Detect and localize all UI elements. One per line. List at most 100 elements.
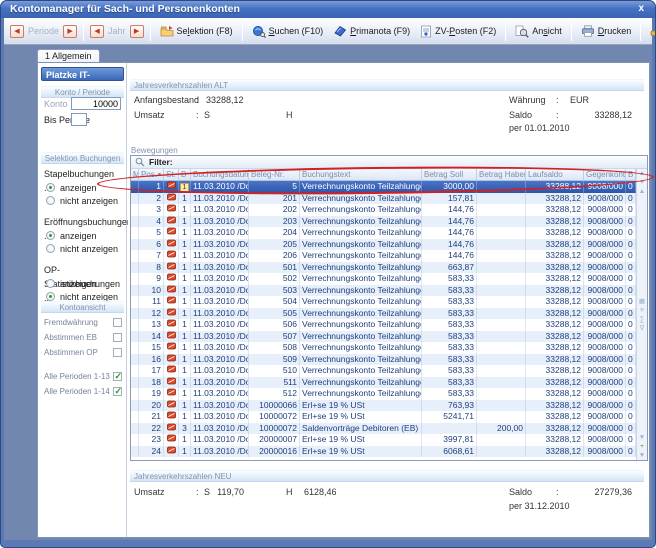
table-row[interactable]: 18111.03.2010 /Do511Verrechnungskonto Te… xyxy=(131,377,636,389)
column-header-gegen[interactable]: Gegenkonto xyxy=(584,169,626,180)
filter-icon[interactable]: ∇ xyxy=(640,324,644,333)
table-row[interactable]: 11111.03.2010 /Do504Verrechnungskonto Te… xyxy=(131,296,636,308)
toolbar-button-ansicht[interactable]: Ansicht xyxy=(510,23,567,40)
column-header-beleg[interactable]: Beleg-Nr. xyxy=(249,169,300,180)
scroll-up-icon[interactable]: ▲ xyxy=(639,169,645,178)
table-row[interactable]: 24111.03.2010 /Do20000016Erl+se 19 % USt… xyxy=(131,446,636,458)
tab-allgemein[interactable]: 1 Allgemein xyxy=(37,49,100,63)
column-header-lauf[interactable]: Laufsaldo xyxy=(526,169,584,180)
column-header-haben[interactable]: Betrag Haben xyxy=(477,169,526,180)
table-row[interactable]: 5111.03.2010 /Do204Verrechnungskonto Tei… xyxy=(131,227,636,239)
table-row[interactable]: 16111.03.2010 /Do509Verrechnungskonto Te… xyxy=(131,354,636,366)
table-row[interactable]: 6111.03.2010 /Do205Verrechnungskonto Tei… xyxy=(131,239,636,251)
radio-icon[interactable] xyxy=(46,279,55,288)
page-up-icon[interactable]: ▲ xyxy=(639,187,645,196)
radio-option[interactable]: nicht anzeigen xyxy=(44,194,124,207)
table-row[interactable]: 14111.03.2010 /Do507Verrechnungskonto Te… xyxy=(131,331,636,343)
append-row-icon[interactable]: + xyxy=(640,442,644,451)
table-row[interactable]: 7111.03.2010 /Do206Verrechnungskonto Tei… xyxy=(131,250,636,262)
column-header-b2[interactable]: B xyxy=(626,169,636,180)
radio-option[interactable]: nicht anzeigen xyxy=(44,242,124,255)
table-row[interactable]: 15111.03.2010 /Do508Verrechnungskonto Te… xyxy=(131,342,636,354)
checkbox-row[interactable]: Fremdwährung xyxy=(44,315,122,330)
colon: : xyxy=(556,487,559,497)
checkbox-row[interactable]: Abstimmen EB xyxy=(44,330,122,345)
company-header: Platzke IT-Technik xyxy=(41,67,124,81)
column-header-m[interactable]: M xyxy=(131,169,139,180)
table-row[interactable]: 9111.03.2010 /Do502Verrechnungskonto Tei… xyxy=(131,273,636,285)
checkbox-icon[interactable] xyxy=(113,318,122,327)
bis-periode-input[interactable] xyxy=(71,113,87,126)
list-icon[interactable]: ≡ xyxy=(640,306,644,315)
toolbar-separator xyxy=(571,22,572,41)
waehrung-label: Währung xyxy=(509,95,546,105)
radio-group-title: OP-Statistikbuchungen ... xyxy=(44,263,124,277)
filter-row[interactable]: Filter: xyxy=(131,156,647,169)
radio-icon[interactable] xyxy=(46,292,55,301)
radio-option[interactable]: anzeigen xyxy=(44,181,124,194)
status-stamp-icon xyxy=(164,377,179,389)
close-button[interactable]: x xyxy=(638,1,644,17)
checkbox-row[interactable]: Alle Perioden 1-13 xyxy=(44,369,122,384)
radio-icon[interactable] xyxy=(46,231,55,240)
table-row[interactable]: 2111.03.2010 /Do201Verrechnungskonto Tei… xyxy=(131,193,636,205)
radio-icon[interactable] xyxy=(46,244,55,253)
table-row[interactable]: 21111.03.2010 /Do10000072Erl+se 19 % USt… xyxy=(131,411,636,423)
table-row[interactable]: 8111.03.2010 /Do501Verrechnungskonto Tei… xyxy=(131,262,636,274)
konto-input[interactable]: 10000 xyxy=(71,97,121,110)
table-row[interactable]: 13111.03.2010 /Do506Verrechnungskonto Te… xyxy=(131,319,636,331)
column-header-st[interactable]: St. xyxy=(164,169,179,180)
toolbar-button-drucken[interactable]: Drucken xyxy=(576,23,637,39)
scroll-down-icon[interactable]: ▼ xyxy=(639,433,645,442)
table-row[interactable]: 4111.03.2010 /Do203Verrechnungskonto Tei… xyxy=(131,216,636,228)
insert-row-icon[interactable]: + xyxy=(640,178,644,187)
table-row[interactable]: 23111.03.2010 /Do20000007Erl+se 19 % USt… xyxy=(131,434,636,446)
toolbar-button-label: Drucken xyxy=(598,26,632,36)
checkbox-icon[interactable] xyxy=(113,333,122,342)
status-stamp-icon xyxy=(164,239,179,251)
table-row[interactable]: 3111.03.2010 /Do202Verrechnungskonto Tei… xyxy=(131,204,636,216)
nav-forward-icon[interactable]: ▶ xyxy=(63,25,77,38)
nav-back-icon[interactable]: ◀ xyxy=(10,25,24,38)
radio-option[interactable]: anzeigen xyxy=(44,229,124,242)
toolbar-button-label: ZV-Posten (F2) xyxy=(435,26,496,36)
table-row[interactable]: 20111.03.2010 /Do10000066Erl+se 19 % USt… xyxy=(131,400,636,412)
table-row[interactable]: 10111.03.2010 /Do503Verrechnungskonto Te… xyxy=(131,285,636,297)
column-header-soll[interactable]: Betrag Soll xyxy=(422,169,477,180)
checkbox-row[interactable]: Abstimmen OP xyxy=(44,345,122,360)
radio-icon[interactable] xyxy=(46,183,55,192)
status-stamp-icon xyxy=(164,423,179,435)
table-header-row[interactable]: MPos.▼St.BBuchungsdatumBeleg-Nr.Buchungs… xyxy=(131,169,647,181)
sum-icon[interactable]: ∑ xyxy=(640,315,645,324)
checkbox-row[interactable]: Alle Perioden 1-14 xyxy=(44,384,122,399)
table-row[interactable]: 19111.03.2010 /Do512Verrechnungskonto Te… xyxy=(131,388,636,400)
toolbar-button-label: Ansicht xyxy=(532,26,562,36)
table-row[interactable]: 12111.03.2010 /Do505Verrechnungskonto Te… xyxy=(131,308,636,320)
toolbar-button-selektion-f8[interactable]: Selektion (F8) xyxy=(155,23,238,39)
status-stamp-icon xyxy=(164,181,179,193)
toolbar-button-extras[interactable]: Extras xyxy=(645,23,656,39)
toolbar-button-zv-posten-f2[interactable]: ZV-Posten (F2) xyxy=(415,23,501,40)
nav-forward-icon[interactable]: ▶ xyxy=(130,25,144,38)
table-row[interactable]: 1111.03.2010 /Do5Verrechnungskonto Teilz… xyxy=(131,181,636,193)
checkbox-icon[interactable] xyxy=(113,372,122,381)
table-row[interactable]: 17111.03.2010 /Do510Verrechnungskonto Te… xyxy=(131,365,636,377)
radio-icon[interactable] xyxy=(46,196,55,205)
column-header-datum[interactable]: Buchungsdatum xyxy=(191,169,249,180)
column-header-pos[interactable]: Pos.▼ xyxy=(139,169,164,180)
status-stamp-icon xyxy=(164,262,179,274)
table-side-strip[interactable]: ▲+▲▦≡∑∇▼+▼ xyxy=(636,169,647,460)
title-bar[interactable]: Kontomanager für Sach- und Personenkonte… xyxy=(1,1,655,18)
checkbox-icon[interactable] xyxy=(113,387,122,396)
grid-icon[interactable]: ▦ xyxy=(639,297,645,306)
scroll-end-icon[interactable]: ▼ xyxy=(639,451,645,460)
toolbar-button-suchen-f10[interactable]: Suchen (F10) xyxy=(247,23,329,40)
checkbox-icon[interactable] xyxy=(113,348,122,357)
column-header-b[interactable]: B xyxy=(179,169,191,180)
toolbar-button-primanota-f9[interactable]: Primanota (F9) xyxy=(328,23,415,39)
status-stamp-icon xyxy=(164,216,179,228)
table-row[interactable]: 22311.03.2010 /Do10000072Saldenvorträge … xyxy=(131,423,636,435)
right-panel: Jahresverkehrszahlen ALT Anfangsbestand … xyxy=(128,63,649,537)
nav-back-icon[interactable]: ◀ xyxy=(90,25,104,38)
column-header-text[interactable]: Buchungstext xyxy=(300,169,422,180)
